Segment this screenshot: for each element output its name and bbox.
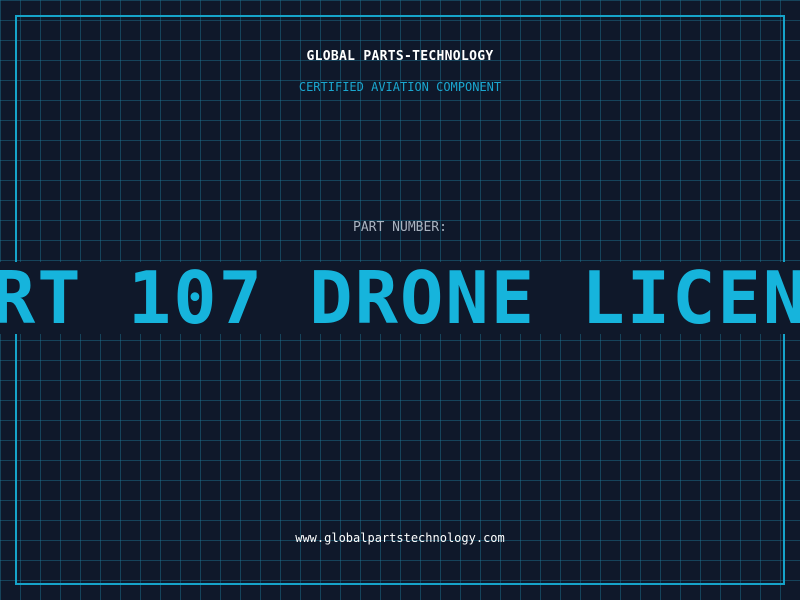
website-url: www.globalpartstechnology.com <box>295 531 505 545</box>
part-number-value: PART 107 DRONE LICENSE <box>0 262 800 334</box>
card-canvas: GLOBAL PARTS-TECHNOLOGY CERTIFIED AVIATI… <box>0 0 800 600</box>
company-name: GLOBAL PARTS-TECHNOLOGY <box>306 49 494 64</box>
part-number-band: PART 107 DRONE LICENSE <box>0 262 800 334</box>
certification-subtitle: CERTIFIED AVIATION COMPONENT <box>298 80 502 94</box>
part-number-label: PART NUMBER: <box>353 220 447 235</box>
